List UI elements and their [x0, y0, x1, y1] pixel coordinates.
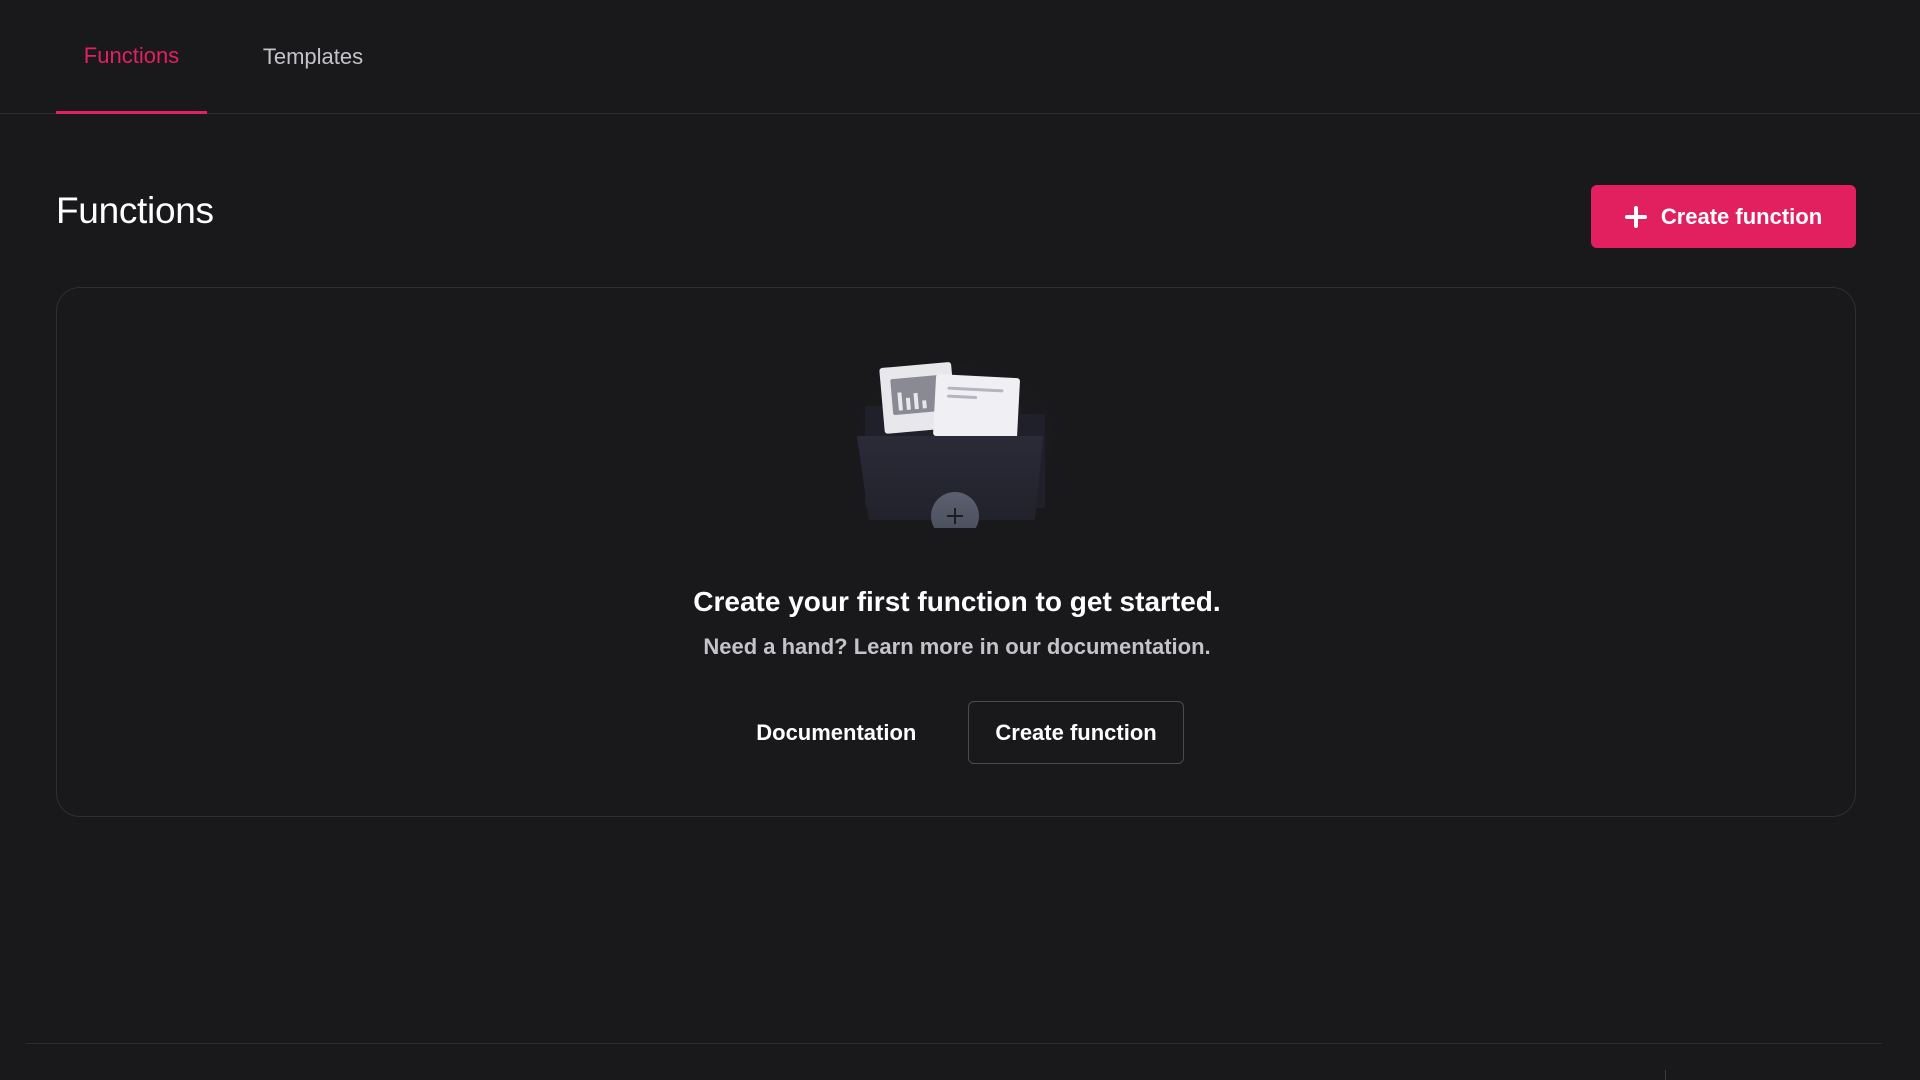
empty-state-actions: Documentation Create function	[57, 701, 1857, 764]
create-function-button[interactable]: Create function	[1591, 185, 1856, 248]
empty-state-title: Create your first function to get starte…	[693, 586, 1221, 617]
tab-templates[interactable]: Templates	[238, 0, 388, 114]
page-title: Functions	[56, 190, 214, 231]
documentation-button[interactable]: Documentation	[730, 701, 942, 764]
tab-functions[interactable]: Functions	[56, 0, 207, 114]
empty-state-card: Create your first function to get starte…	[56, 287, 1856, 817]
footer-separator	[1665, 1070, 1666, 1080]
empty-state-subtitle: Need a hand? Learn more in our documenta…	[703, 634, 1211, 659]
tab-bar: Functions Templates	[0, 0, 1920, 114]
create-function-button-label: Create function	[1660, 203, 1823, 229]
empty-state-create-function-button[interactable]: Create function	[968, 701, 1184, 764]
folder-illustration	[840, 353, 1070, 528]
functions-page: Functions Templates Functions Create fun…	[0, 0, 1920, 1080]
plus-icon	[1624, 205, 1647, 228]
footer-divider	[26, 1043, 1882, 1044]
